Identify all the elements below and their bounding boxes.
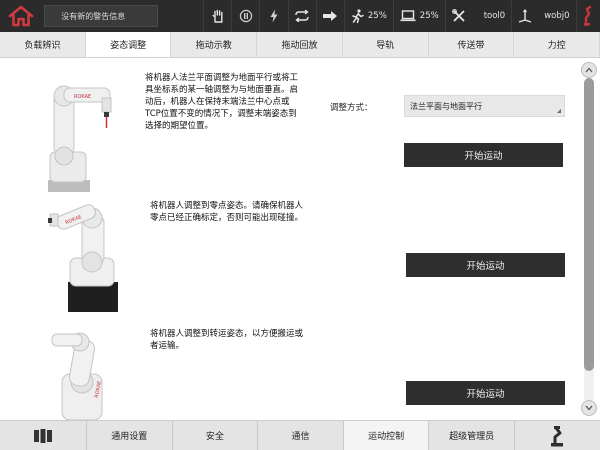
- tab-pose-adjustment[interactable]: 姿态调整: [85, 32, 172, 57]
- nav-label: 运动控制: [368, 432, 405, 442]
- wobj-value: wobj0: [544, 11, 570, 21]
- tab-label: 力控: [547, 41, 566, 51]
- adjust-mode-select[interactable]: 法兰平面与地面平行: [404, 95, 565, 117]
- home-button[interactable]: [0, 0, 41, 32]
- adjust-mode-value: 法兰平面与地面平行: [410, 101, 482, 111]
- nav-general-settings[interactable]: 通用设置: [86, 421, 172, 450]
- tab-label: 拖动示教: [195, 41, 232, 51]
- tab-label: 姿态调整: [110, 41, 147, 51]
- start-motion-button-parallel[interactable]: 开始运动: [404, 143, 563, 167]
- robot-parallel-pose-image: ROKAE: [48, 85, 112, 192]
- nav-safety[interactable]: 安全: [171, 421, 258, 450]
- robot-arm-icon: [551, 425, 564, 446]
- nav-label: 安全: [205, 432, 224, 442]
- dropdown-corner-icon: [557, 109, 561, 113]
- bottom-navigation-bar: 通用设置 安全 通信 运动控制 超级管理员: [0, 420, 600, 450]
- chevron-down-icon: [585, 405, 593, 411]
- section2-description: 将机器人调整到零点姿态。请确保机器人 零点已经正确标定，否则可能出现碰撞。: [150, 200, 303, 224]
- robot-status-button[interactable]: [575, 0, 600, 32]
- tab-conveyor[interactable]: 传送带: [429, 32, 515, 57]
- tab-label: 拖动回放: [281, 41, 318, 51]
- manual-mode-button[interactable]: [202, 0, 231, 32]
- nav-super-admin[interactable]: 超级管理员: [428, 421, 514, 450]
- speed-control[interactable]: 25%: [392, 0, 445, 32]
- loop-icon: [295, 10, 309, 22]
- description-line: 选择的期望位置。: [145, 121, 214, 131]
- panel-toggle-button[interactable]: [0, 421, 86, 450]
- robot-arm-icon: [584, 6, 592, 26]
- step-mode-button[interactable]: [315, 0, 344, 32]
- tool-icon: [451, 9, 465, 22]
- jog-speed-icon: [352, 9, 364, 23]
- pose-adjustment-panel: ROKAE 将机器人法兰平面调整为地面平行或将工 具坐标系的某一轴调整为与地面垂…: [0, 58, 578, 420]
- function-tabs: 负载辨识 姿态调整 拖动示教 拖动回放 导轨 传送带 力控: [0, 32, 600, 58]
- start-motion-button-zero[interactable]: 开始运动: [406, 253, 565, 277]
- jog-speed-value: 25%: [367, 11, 387, 21]
- nav-label: 通信: [291, 432, 310, 442]
- tab-force-control[interactable]: 力控: [514, 32, 600, 57]
- wobj-icon: [518, 9, 532, 23]
- power-button[interactable]: [259, 0, 287, 32]
- wobj-selector[interactable]: wobj0: [511, 0, 575, 32]
- robot-view-button[interactable]: [513, 421, 600, 450]
- step-arrow-icon: [323, 11, 338, 21]
- warning-message-box[interactable]: 没有新的警告信息: [44, 5, 158, 27]
- robot-zero-pose-image: ROKAE: [48, 204, 118, 312]
- scroll-track[interactable]: [584, 78, 594, 402]
- jog-speed-control[interactable]: 25%: [343, 0, 393, 32]
- description-line: 动后，机器人在保持末端法兰中心点或: [145, 97, 290, 107]
- tab-label: 导轨: [376, 41, 395, 51]
- lightning-icon: [270, 9, 278, 23]
- speed-icon: [400, 10, 416, 22]
- scroll-thumb[interactable]: [584, 78, 594, 371]
- warning-text: 没有新的警告信息: [61, 11, 126, 21]
- tab-label: 传送带: [457, 41, 485, 51]
- svg-text:ROKAE: ROKAE: [74, 94, 91, 100]
- tab-load-identification[interactable]: 负载辨识: [0, 32, 86, 57]
- nav-label: 通用设置: [111, 432, 148, 442]
- description-line: 具坐标系的某一轴调整为与地面垂直。启: [145, 85, 299, 95]
- scroll-down-button[interactable]: [581, 400, 597, 416]
- description-line: TCP位置不变的情况下，调整末端姿态到: [145, 109, 297, 119]
- run-mode-button[interactable]: [287, 0, 316, 32]
- tab-drag-teaching[interactable]: 拖动示教: [171, 32, 258, 57]
- description-line: 者运输。: [150, 341, 185, 351]
- description-line: 将机器人法兰平面调整为地面平行或将工: [145, 73, 299, 83]
- description-line: 将机器人调整到零点姿态。请确保机器人: [150, 201, 304, 211]
- nav-label: 超级管理员: [449, 432, 495, 442]
- tab-guide-rail[interactable]: 导轨: [343, 32, 429, 57]
- hand-icon: [212, 9, 223, 23]
- start-motion-button-transport[interactable]: 开始运动: [406, 381, 565, 405]
- description-line: 将机器人调整到转运姿态，以方便搬运或: [150, 329, 304, 339]
- panel-icon: [34, 428, 52, 443]
- record-button[interactable]: [231, 0, 259, 32]
- nav-communication[interactable]: 通信: [257, 421, 343, 450]
- description-line: 零点已经正确标定，否则可能出现碰撞。: [150, 213, 304, 223]
- tab-label: 负载辨识: [24, 41, 61, 51]
- adjust-mode-label: 调整方式：: [330, 103, 373, 113]
- tab-drag-playback[interactable]: 拖动回放: [257, 32, 343, 57]
- tool-value: tool0: [483, 11, 506, 21]
- tool-selector[interactable]: tool0: [444, 0, 512, 32]
- top-status-bar: 没有新的警告信息 25% 25% tool0 wobj0: [0, 0, 600, 32]
- scroll-up-button[interactable]: [581, 62, 597, 78]
- robot-transport-pose-image: ROKAE: [51, 332, 103, 420]
- speed-value: 25%: [419, 11, 439, 21]
- app-window: 没有新的警告信息 25% 25% tool0 wobj0 负载辨识 姿态调整 拖…: [0, 0, 600, 450]
- record-icon: [239, 9, 252, 23]
- vertical-scrollbar[interactable]: [578, 58, 600, 420]
- section3-description: 将机器人调整到转运姿态，以方便搬运或 者运输。: [150, 328, 303, 352]
- section1-description: 将机器人法兰平面调整为地面平行或将工 具坐标系的某一轴调整为与地面垂直。启 动后…: [145, 72, 298, 132]
- chevron-up-icon: [585, 67, 593, 73]
- home-icon: [8, 5, 33, 27]
- nav-motion-control[interactable]: 运动控制: [342, 421, 429, 450]
